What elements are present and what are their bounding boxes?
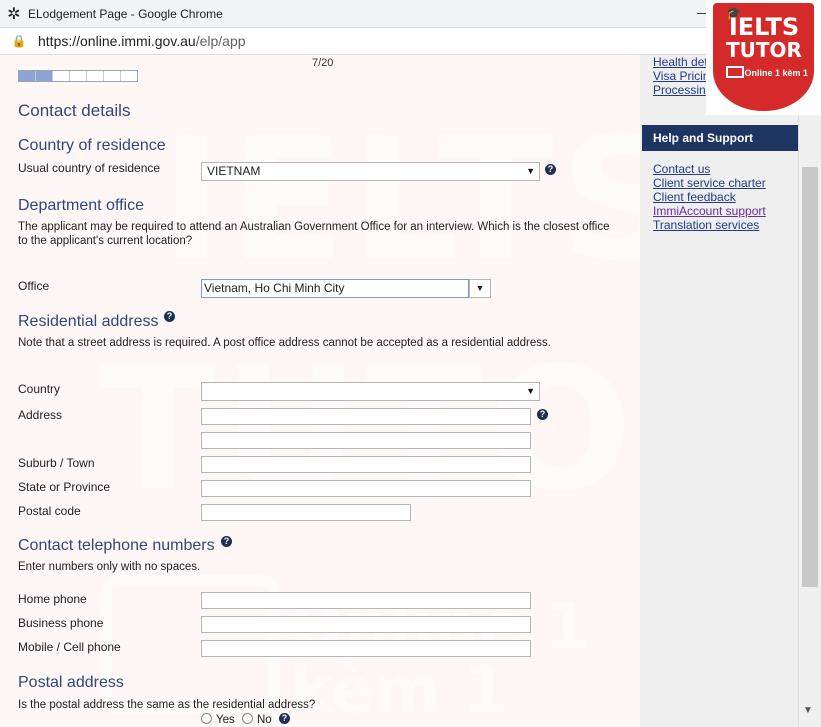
sidebar-top-links: Health det Visa Pricin Processin	[653, 55, 709, 97]
url-host: https://online.immi.gov.au	[38, 33, 196, 49]
window-title: ELodgement Page - Google Chrome	[28, 6, 223, 21]
browser-title-bar: ✲ ELodgement Page - Google Chrome —	[0, 0, 821, 28]
country-select[interactable]: ▼	[201, 382, 540, 401]
progress-segment	[19, 71, 36, 81]
usual-country-value: VIETNAM	[207, 164, 261, 178]
yes-label: Yes	[216, 714, 235, 726]
residential-address-heading: Residential address	[18, 313, 159, 330]
progress-segment	[36, 71, 53, 81]
postal-same-no-radio[interactable]	[242, 713, 253, 724]
telephone-heading: Contact telephone numbers	[18, 537, 215, 554]
page-title: Contact details	[18, 101, 131, 120]
logo-line2: TUTOR	[726, 38, 802, 62]
scrollbar-thumb[interactable]	[802, 167, 818, 587]
progress-segment	[121, 71, 137, 81]
chevron-down-icon: ▼	[526, 166, 535, 176]
sidebar-link-visa-pricing[interactable]: Visa Pricin	[653, 69, 709, 83]
office-value: Vietnam, Ho Chi Minh City	[204, 281, 345, 295]
home-phone-input[interactable]	[201, 592, 531, 609]
office-label: Office	[18, 279, 50, 293]
mobile-phone-input[interactable]	[201, 640, 531, 657]
office-dropdown-button[interactable]: ▼	[469, 279, 491, 298]
state-label: State or Province	[18, 480, 111, 494]
help-icon[interactable]: ?	[537, 409, 548, 420]
state-input[interactable]	[201, 480, 531, 497]
address-label: Address	[18, 408, 63, 422]
postal-code-label: Postal code	[18, 504, 81, 518]
help-and-support-heading: Help and Support	[642, 125, 798, 151]
address-bar[interactable]: 🔒 https://online.immi.gov.au/elp/app	[0, 28, 821, 55]
client-feedback-link[interactable]: Client feedback	[653, 190, 766, 204]
progress-segment	[70, 71, 87, 81]
suburb-input[interactable]	[201, 456, 531, 473]
scroll-down-icon[interactable]: ▼	[803, 705, 813, 716]
department-office-heading: Department office	[18, 197, 144, 214]
vertical-scrollbar[interactable]: ▼	[798, 55, 821, 727]
usual-country-label: Usual country of residence	[18, 161, 161, 175]
immiaccount-support-link[interactable]: ImmiAccount support	[653, 204, 766, 218]
help-icon[interactable]: ?	[545, 164, 556, 175]
postal-code-input[interactable]	[201, 504, 411, 521]
help-icon[interactable]: ?	[164, 311, 175, 322]
office-input[interactable]: Vietnam, Ho Chi Minh City	[201, 279, 469, 298]
postal-address-heading: Postal address	[18, 674, 124, 691]
url-text[interactable]: https://online.immi.gov.au/elp/app	[38, 33, 246, 49]
postal-same-yes-radio[interactable]	[201, 713, 212, 724]
home-phone-label: Home phone	[18, 592, 87, 606]
country-label: Country	[18, 382, 61, 396]
page-content: IELTS TUTOR Online 1 kèm 1 7/20 Contact …	[0, 55, 821, 727]
residential-address-note: Note that a street address is required. …	[18, 337, 551, 349]
country-of-residence-heading: Country of residence	[18, 137, 166, 154]
client-service-charter-link[interactable]: Client service charter	[653, 176, 766, 190]
logo-line3: Online 1 kèm 1	[744, 68, 808, 78]
progress-segment	[53, 71, 70, 81]
lock-icon: 🔒	[11, 34, 27, 48]
chevron-down-icon: ▼	[526, 386, 535, 396]
no-label: No	[257, 714, 272, 726]
help-icon[interactable]: ?	[279, 713, 290, 724]
url-path: /elp/app	[195, 33, 246, 49]
postal-address-question: Is the postal address the same as the re…	[18, 699, 316, 711]
address-line1-input[interactable]	[201, 408, 531, 425]
progress-bar	[18, 70, 138, 82]
usual-country-select[interactable]: VIETNAM ▼	[201, 162, 540, 181]
app-gear-icon: ✲	[7, 5, 21, 23]
progress-label: 7/20	[312, 57, 334, 69]
progress-segment	[104, 71, 121, 81]
address-line2-input[interactable]	[201, 432, 531, 449]
sidebar-link-processing[interactable]: Processin	[653, 83, 709, 97]
business-phone-input[interactable]	[201, 616, 531, 633]
sidebar-link-health[interactable]: Health det	[653, 55, 709, 69]
form-area: IELTS TUTOR Online 1 kèm 1 7/20 Contact …	[0, 55, 640, 727]
translation-services-link[interactable]: Translation services	[653, 218, 766, 232]
contact-us-link[interactable]: Contact us	[653, 162, 766, 176]
progress-segment	[87, 71, 104, 81]
mobile-phone-label: Mobile / Cell phone	[18, 640, 121, 654]
department-office-note: The applicant may be required to attend …	[18, 221, 610, 247]
sidebar: Health det Visa Pricin Processin Help an…	[640, 55, 798, 727]
help-links: Contact us Client service charter Client…	[653, 162, 766, 232]
logo-line1: IELTS	[728, 13, 800, 41]
suburb-label: Suburb / Town	[18, 456, 95, 470]
watermark-ielts: IELTS	[160, 101, 640, 299]
ielts-tutor-logo: 🎓 IELTS TUTOR Online 1 kèm 1	[706, 0, 821, 115]
chevron-down-icon: ▼	[475, 283, 485, 293]
business-phone-label: Business phone	[18, 616, 104, 630]
help-icon[interactable]: ?	[221, 536, 232, 547]
telephone-note: Enter numbers only with no spaces.	[18, 561, 201, 573]
watermark-online: Online 1 kèm 1	[290, 590, 590, 727]
